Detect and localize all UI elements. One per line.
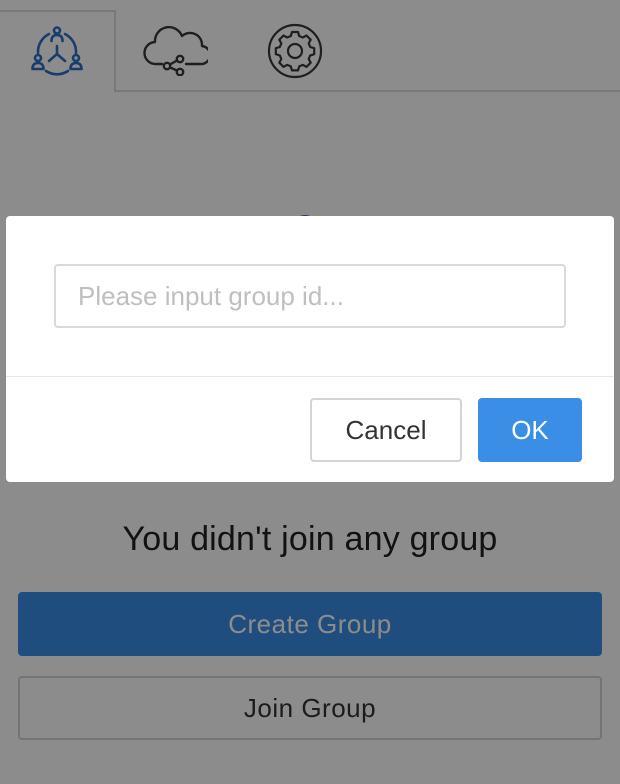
ok-button[interactable]: OK	[478, 398, 582, 462]
cancel-button[interactable]: Cancel	[310, 398, 462, 462]
join-group-dialog: Cancel OK	[6, 216, 614, 482]
app-window: You didn't join any group Create Group J…	[0, 0, 620, 784]
dialog-divider	[6, 376, 614, 377]
group-id-input[interactable]	[54, 264, 566, 328]
